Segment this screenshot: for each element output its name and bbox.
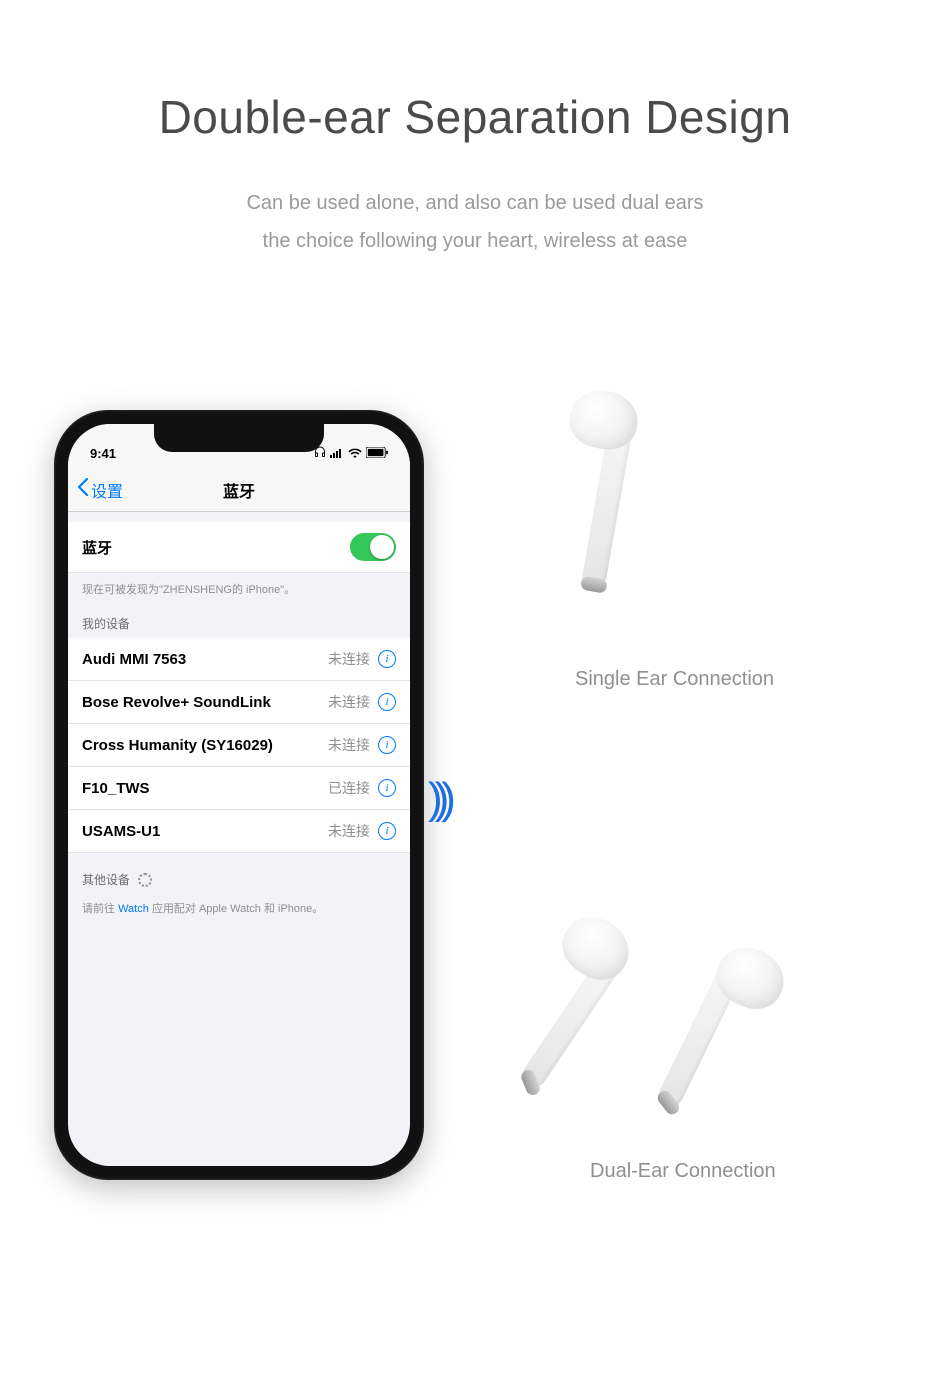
watch-link[interactable]: Watch — [118, 903, 149, 915]
cellular-icon — [330, 446, 344, 461]
info-icon[interactable]: i — [378, 779, 396, 797]
footnote-post: 应用配对 Apple Watch 和 iPhone。 — [149, 903, 323, 915]
hero-sub-line1: Can be used alone, and also can be used … — [0, 184, 950, 222]
device-status: 未连接 i — [328, 821, 396, 841]
device-status-text: 未连接 — [328, 692, 370, 712]
device-row[interactable]: Bose Revolve+ SoundLink 未连接 i — [68, 681, 410, 724]
caption-single: Single Ear Connection — [575, 668, 774, 691]
battery-icon — [366, 446, 388, 461]
hero: Double-ear Separation Design Can be used… — [0, 0, 950, 260]
device-name: Audi MMI 7563 — [82, 651, 186, 668]
bluetooth-label: 蓝牙 — [82, 537, 112, 558]
hero-subtitle: Can be used alone, and also can be used … — [0, 184, 950, 260]
phone-mock: 9:41 设置 — [54, 410, 424, 1180]
device-name: Bose Revolve+ SoundLink — [82, 694, 271, 711]
caption-dual: Dual-Ear Connection — [590, 1160, 776, 1183]
info-icon[interactable]: i — [378, 650, 396, 668]
signal-waves-icon: ))) — [428, 774, 448, 824]
device-status-text: 未连接 — [328, 649, 370, 669]
wifi-icon — [348, 446, 362, 461]
device-row[interactable]: Cross Humanity (SY16029) 未连接 i — [68, 724, 410, 767]
earbud-dual-left — [600, 960, 624, 1110]
status-icons — [314, 446, 388, 461]
hero-title: Double-ear Separation Design — [0, 90, 950, 144]
discoverable-hint: 现在可被发现为"ZHENSHENG的 iPhone"。 — [68, 573, 410, 603]
bluetooth-toggle-row[interactable]: 蓝牙 — [68, 522, 410, 573]
hero-sub-line2: the choice following your heart, wireles… — [0, 222, 950, 260]
device-name: Cross Humanity (SY16029) — [82, 737, 273, 754]
back-button[interactable]: 设置 — [78, 478, 123, 502]
bluetooth-toggle[interactable] — [350, 533, 396, 561]
phone-screen: 9:41 设置 — [68, 424, 410, 1166]
device-status: 已连接 i — [328, 778, 396, 798]
info-icon[interactable]: i — [378, 822, 396, 840]
watch-footnote: 请前往 Watch 应用配对 Apple Watch 和 iPhone。 — [68, 894, 410, 922]
my-devices-header: 我的设备 — [68, 603, 410, 638]
device-status-text: 已连接 — [328, 778, 370, 798]
footnote-pre: 请前往 — [82, 903, 118, 915]
device-list: Audi MMI 7563未连接iBose Revolve+ SoundLink… — [68, 638, 410, 853]
device-status-text: 未连接 — [328, 735, 370, 755]
status-time: 9:41 — [90, 446, 116, 461]
other-devices-label: 其他设备 — [82, 871, 130, 888]
earbud-dual-right — [720, 970, 744, 1120]
device-status: 未连接 i — [328, 735, 396, 755]
chevron-left-icon — [78, 478, 89, 501]
device-status: 未连接 i — [328, 649, 396, 669]
device-name: USAMS-U1 — [82, 823, 160, 840]
phone-notch — [154, 424, 324, 452]
back-label: 设置 — [91, 478, 123, 502]
device-row[interactable]: USAMS-U1 未连接 i — [68, 810, 410, 853]
info-icon[interactable]: i — [378, 736, 396, 754]
info-icon[interactable]: i — [378, 693, 396, 711]
device-status-text: 未连接 — [328, 821, 370, 841]
nav-bar: 设置 蓝牙 — [68, 468, 410, 512]
device-status: 未连接 i — [328, 692, 396, 712]
device-name: F10_TWS — [82, 780, 150, 797]
earbud-single — [610, 420, 634, 590]
device-row[interactable]: F10_TWS 已连接 i — [68, 767, 410, 810]
device-row[interactable]: Audi MMI 7563 未连接 i — [68, 638, 410, 681]
other-devices-header: 其他设备 — [68, 853, 410, 894]
spinner-icon — [138, 873, 152, 887]
